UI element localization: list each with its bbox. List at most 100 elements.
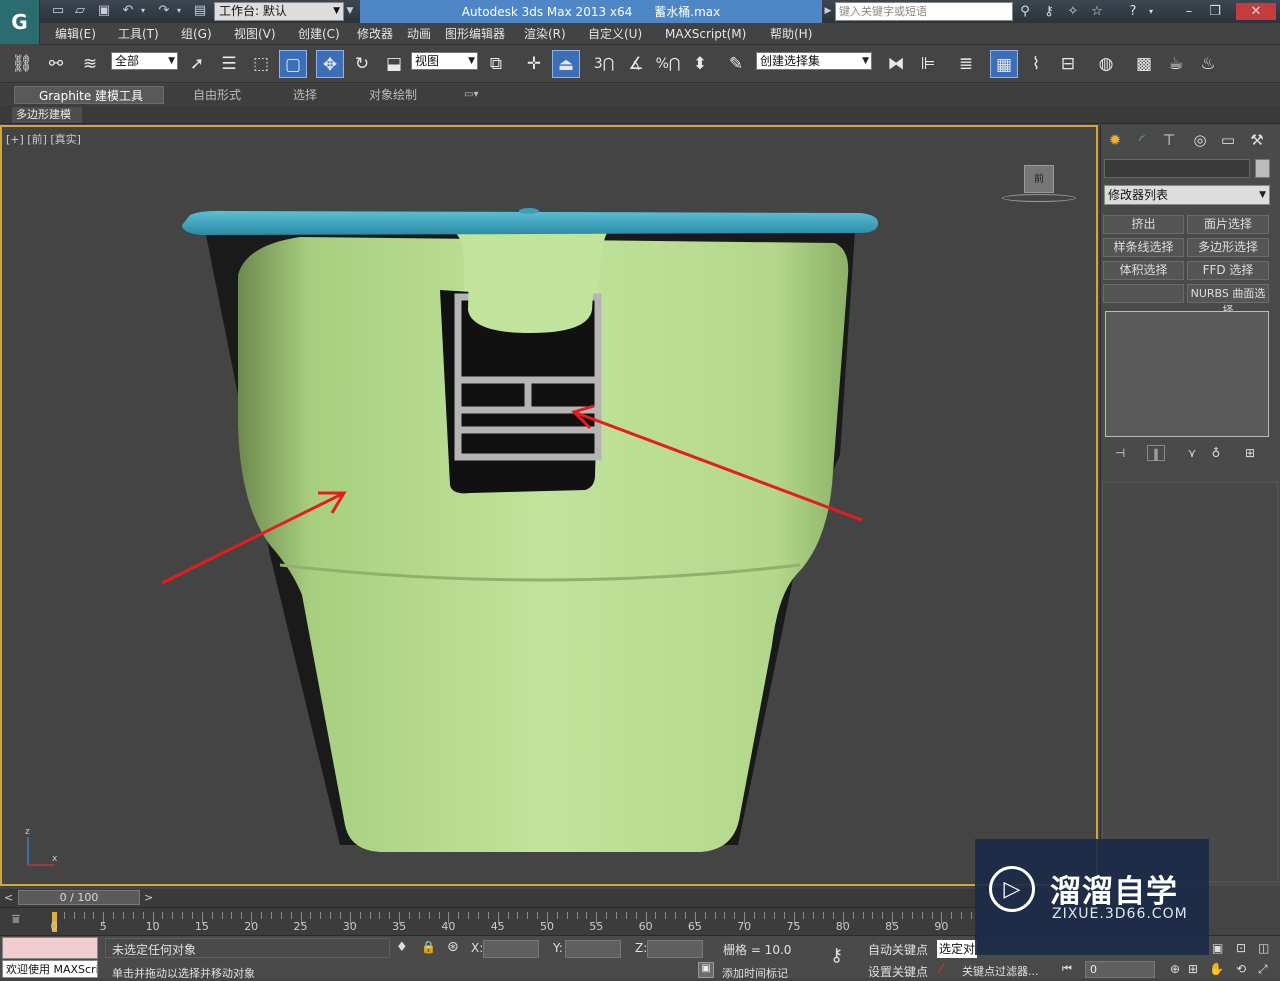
snaps-toggle-icon[interactable]: 3⋂ [590, 50, 618, 78]
close-icon[interactable]: ✕ [1236, 3, 1276, 20]
bind-space-warp-icon[interactable]: ≋ [76, 50, 104, 78]
current-frame-field[interactable]: 0 [1085, 961, 1155, 978]
window-crossing-icon[interactable]: ▢ [279, 50, 307, 78]
binoculars-icon[interactable]: ⚲ [1016, 3, 1034, 20]
hierarchy-tab-icon[interactable]: ⊤ [1158, 129, 1180, 151]
help-icon[interactable]: ? [1124, 3, 1142, 20]
undo-icon[interactable]: ↶ [120, 3, 136, 19]
key-filter-icon[interactable]: ⁄ [940, 962, 942, 976]
menu-edit[interactable]: 编辑(E) [55, 25, 96, 43]
remove-modifier-icon[interactable]: ♁ [1207, 445, 1225, 461]
angle-snap-icon[interactable]: ∡ [622, 50, 650, 78]
render-setup-icon[interactable]: ▩ [1130, 50, 1158, 78]
menu-modifiers[interactable]: 修改器 [357, 25, 393, 43]
set-key-big-icon[interactable]: ⚷ [830, 945, 843, 966]
auto-key-button[interactable]: 自动关键点 [868, 941, 928, 958]
rectangular-selection-icon[interactable]: ⬚ [247, 50, 275, 78]
display-tab-icon[interactable]: ▭ [1217, 129, 1239, 151]
maxscript-listener-mini[interactable] [2, 937, 98, 959]
link-icon[interactable]: ⛓ [8, 50, 36, 78]
tab-freeform[interactable]: 自由形式 [193, 86, 241, 104]
tab-graphite-modeling[interactable]: Graphite 建模工具 [14, 86, 164, 104]
schematic-view-icon[interactable]: ⊟ [1054, 50, 1082, 78]
graphite-toggle-icon[interactable]: ▦ [990, 50, 1018, 78]
configure-modifier-sets-icon[interactable]: ⊞ [1241, 445, 1259, 461]
isolate-icon[interactable]: ♦ [396, 940, 408, 955]
favorites-star-icon[interactable]: ☆ [1088, 3, 1106, 20]
pivot-center-icon[interactable]: ⧉ [482, 50, 510, 78]
motion-tab-icon[interactable]: ◎ [1189, 129, 1211, 151]
menu-rendering[interactable]: 渲染(R) [524, 25, 566, 43]
select-and-move-icon[interactable]: ✥ [316, 50, 344, 78]
restore-icon[interactable]: ❐ [1206, 3, 1224, 20]
search-input[interactable]: 键入关键字或短语 [835, 2, 1013, 21]
menu-maxscript[interactable]: MAXScript(M) [665, 25, 746, 43]
menu-tools[interactable]: 工具(T) [118, 25, 159, 43]
zoom-all-icon[interactable]: ⊞ [1188, 962, 1198, 976]
nurbs-surface-select-button[interactable]: NURBS 曲面选择 [1187, 284, 1269, 317]
zoom-extents-all-icon[interactable]: ⊡ [1236, 941, 1246, 955]
empty-modifier-button[interactable] [1103, 284, 1184, 303]
patch-select-button[interactable]: 面片选择 [1187, 215, 1269, 234]
menu-help[interactable]: 帮助(H) [770, 25, 812, 43]
spinner-snap-icon[interactable]: ⬍ [686, 50, 714, 78]
viewcube[interactable]: 前 [1024, 165, 1054, 193]
volume-select-button[interactable]: 体积选择 [1103, 261, 1184, 280]
menu-animation[interactable]: 动画 [407, 25, 431, 43]
help-dropdown-icon[interactable]: ▾ [1146, 3, 1156, 20]
zoom-icon[interactable]: ⊕ [1170, 962, 1180, 976]
key-filters-button[interactable]: 关键点过滤器... [962, 963, 1039, 979]
orbit-icon[interactable]: ⟲ [1236, 962, 1246, 976]
select-and-rotate-icon[interactable]: ↻ [348, 50, 376, 78]
reference-coordinate-dropdown[interactable]: 视图 [411, 52, 478, 70]
project-folder-icon[interactable]: ▤ [192, 3, 208, 19]
minimize-icon[interactable]: – [1180, 3, 1198, 20]
layer-manager-icon[interactable]: ≣ [952, 50, 980, 78]
maximize-viewport-icon[interactable]: ⤢ [1258, 962, 1268, 977]
selected-set-dropdown[interactable]: 选定对 [937, 940, 977, 958]
unlink-icon[interactable]: ⚯ [42, 50, 70, 78]
workspace-dropdown[interactable]: 工作台: 默认 ▼ [214, 2, 344, 21]
material-editor-icon[interactable]: ◍ [1092, 50, 1120, 78]
select-object-icon[interactable]: ➚ [183, 50, 211, 78]
app-logo-button[interactable]: G [0, 0, 40, 44]
manipulate-icon[interactable]: ✛ [520, 50, 548, 78]
show-end-result-icon[interactable]: ∥ [1147, 445, 1165, 461]
workspace-menu-icon[interactable]: ▼ [344, 3, 356, 19]
maxscript-welcome[interactable]: 欢迎使用 MAXScri [2, 960, 98, 978]
modify-tab-icon[interactable]: ◜ [1131, 129, 1153, 151]
spline-select-button[interactable]: 样条线选择 [1103, 238, 1184, 257]
curve-editor-icon[interactable]: ⌇ [1022, 50, 1050, 78]
add-time-tag[interactable]: 添加时间标记 [722, 965, 788, 981]
open-file-icon[interactable]: ▱ [72, 3, 88, 19]
search-expand-icon[interactable]: ▶ [823, 3, 833, 19]
object-color-swatch[interactable] [1255, 159, 1270, 178]
menu-views[interactable]: 视图(V) [234, 25, 276, 43]
selection-filter-dropdown[interactable]: 全部 [111, 52, 178, 70]
key-icon[interactable]: ⚷ [1040, 3, 1058, 20]
field-of-view-icon[interactable]: ◫ [1258, 941, 1269, 955]
render-production-icon[interactable]: ♨ [1194, 50, 1222, 78]
modifier-list-dropdown[interactable]: 修改器列表 [1104, 185, 1270, 205]
keyboard-shortcut-override-icon[interactable]: ⏏ [552, 50, 580, 78]
time-prev-icon[interactable]: < [4, 891, 13, 904]
set-key-button[interactable]: 设置关键点 [868, 963, 928, 980]
tab-selection[interactable]: 选择 [293, 86, 317, 104]
menu-group[interactable]: 组(G) [181, 25, 212, 43]
mini-curve-editor-icon[interactable]: ⩸ [12, 912, 32, 930]
new-file-icon[interactable]: ▭ [50, 3, 66, 19]
x-coord-field[interactable] [483, 940, 539, 958]
select-by-name-icon[interactable]: ☰ [215, 50, 243, 78]
redo-icon[interactable]: ↷ [156, 3, 172, 19]
time-slider[interactable]: 0 / 100 [18, 890, 140, 905]
pin-stack-icon[interactable]: ⊣ [1111, 445, 1129, 461]
mirror-icon[interactable]: ⧓ [882, 50, 910, 78]
save-icon[interactable]: ▣ [96, 3, 112, 19]
goto-start-icon[interactable]: ⏮ [1062, 962, 1072, 976]
make-unique-icon[interactable]: ⋎ [1183, 445, 1201, 461]
menu-graph-editors[interactable]: 图形编辑器 [445, 25, 505, 43]
create-tab-icon[interactable]: ✹ [1104, 129, 1126, 151]
align-icon[interactable]: ⊫ [914, 50, 942, 78]
viewcube-compass-ring[interactable] [1002, 194, 1076, 202]
object-name-field[interactable] [1104, 159, 1250, 178]
